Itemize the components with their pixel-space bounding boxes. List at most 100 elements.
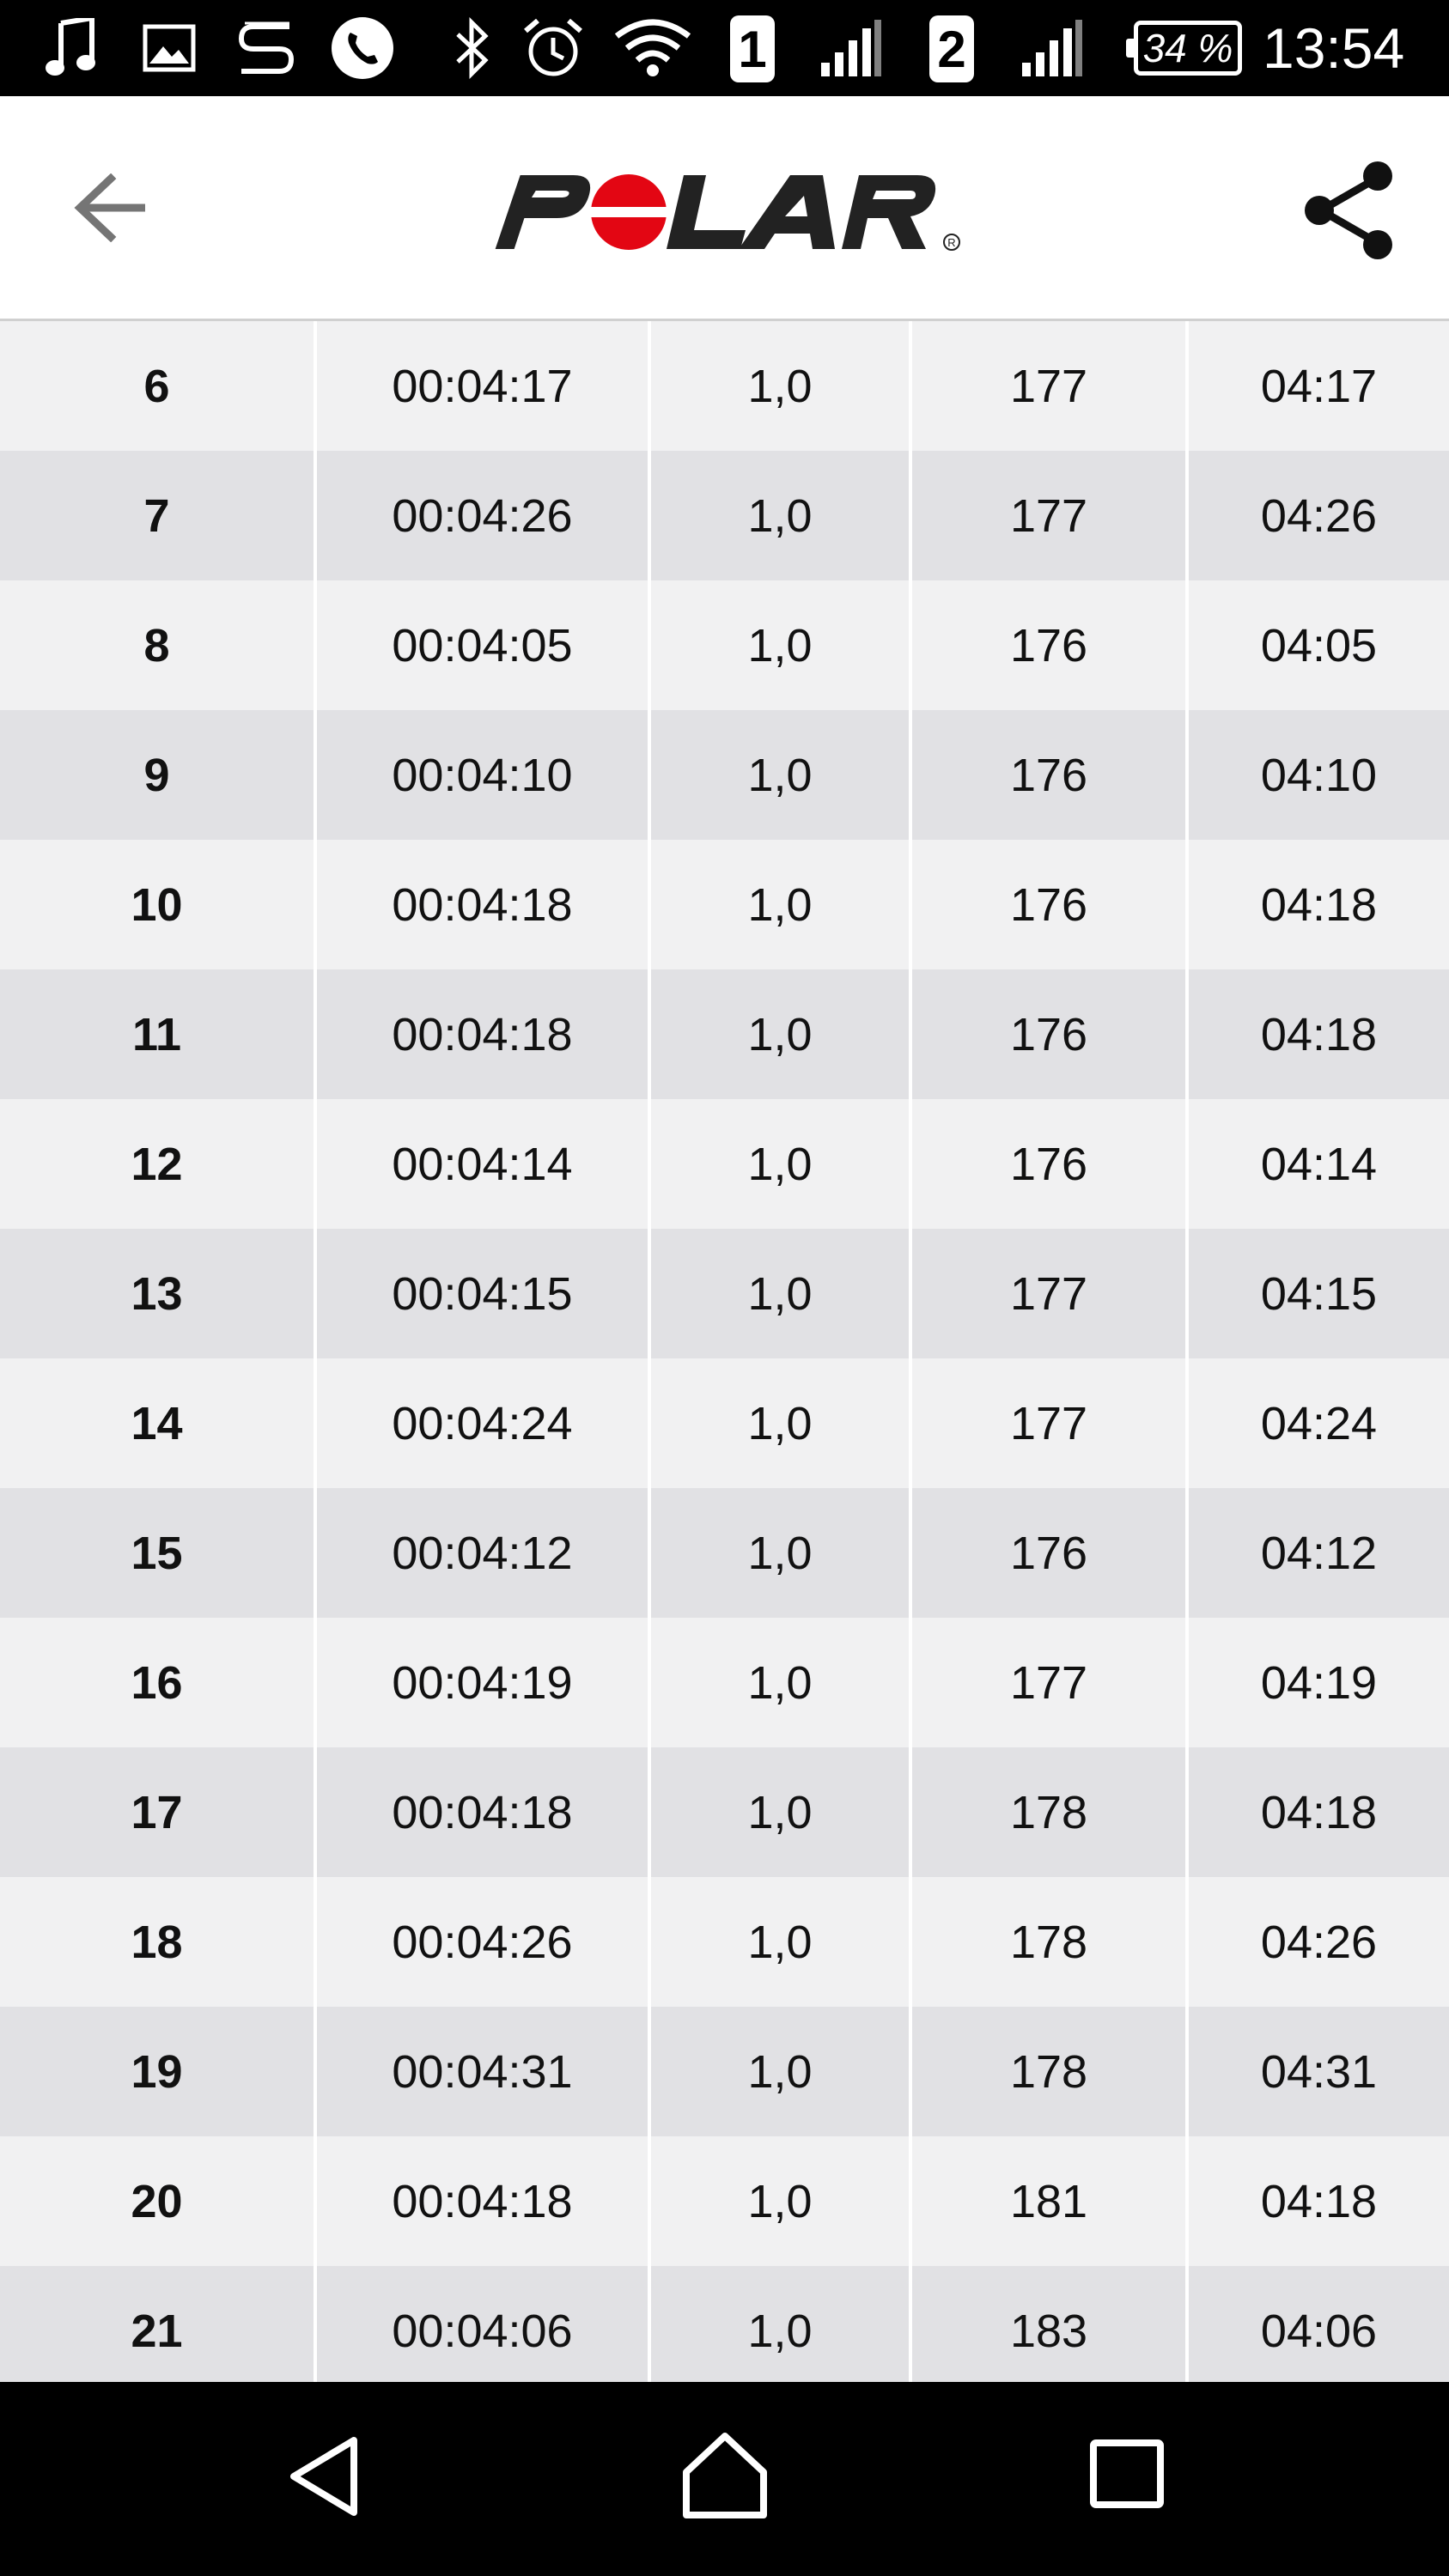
lap-number-cell: 8	[0, 580, 314, 710]
lap-distance-cell: 1,0	[651, 1618, 909, 1747]
lap-time-cell: 00:04:15	[317, 1229, 648, 1358]
lap-time-cell: 00:04:06	[317, 2266, 648, 2382]
music-icon	[41, 12, 101, 84]
lap-number-cell: 12	[0, 1099, 314, 1229]
status-bar: 1 2 34 % 13:54	[0, 0, 1449, 96]
lap-pace-cell: 04:18	[1189, 840, 1449, 969]
battery-icon: 34 %	[1126, 21, 1242, 76]
lap-heart-rate-cell: 183	[912, 2266, 1185, 2382]
lap-number-cell: 13	[0, 1229, 314, 1358]
lap-heart-rate-cell: 176	[912, 710, 1185, 840]
lap-heart-rate-cell: 176	[912, 580, 1185, 710]
lap-time-cell: 00:04:18	[317, 1747, 648, 1877]
lap-time-cell: 00:04:19	[317, 1618, 648, 1747]
lap-distance-cell: 1,0	[651, 451, 909, 580]
table-row: 6 00:04:17 1,0 177 04:17	[0, 321, 1449, 451]
lap-number-cell: 20	[0, 2136, 314, 2266]
lap-distance-cell: 1,0	[651, 1229, 909, 1358]
lap-number-cell: 7	[0, 451, 314, 580]
lap-distance-cell: 1,0	[651, 1099, 909, 1229]
lap-time-cell: 00:04:18	[317, 969, 648, 1099]
table-row: 14 00:04:24 1,0 177 04:24	[0, 1358, 1449, 1488]
lap-heart-rate-cell: 176	[912, 969, 1185, 1099]
lap-time-cell: 00:04:26	[317, 1877, 648, 2007]
lap-number-cell: 6	[0, 321, 314, 451]
lap-pace-cell: 04:15	[1189, 1229, 1449, 1358]
table-row: 15 00:04:12 1,0 176 04:12	[0, 1488, 1449, 1618]
lap-time-cell: 00:04:18	[317, 840, 648, 969]
lap-number-cell: 16	[0, 1618, 314, 1747]
back-triangle-icon	[290, 2437, 357, 2516]
s-app-icon	[234, 12, 299, 84]
lap-heart-rate-cell: 177	[912, 321, 1185, 451]
phone-icon	[328, 12, 397, 84]
table-row: 20 00:04:18 1,0 181 04:18	[0, 2136, 1449, 2266]
lap-time-cell: 00:04:10	[317, 710, 648, 840]
back-button[interactable]	[60, 161, 163, 255]
signal-icon	[816, 12, 885, 84]
table-row: 9 00:04:10 1,0 176 04:10	[0, 710, 1449, 840]
lap-heart-rate-cell: 181	[912, 2136, 1185, 2266]
lap-pace-cell: 04:19	[1189, 1618, 1449, 1747]
table-row: 13 00:04:15 1,0 177 04:15	[0, 1229, 1449, 1358]
table-row: 11 00:04:18 1,0 176 04:18	[0, 969, 1449, 1099]
table-row: 7 00:04:26 1,0 177 04:26	[0, 451, 1449, 580]
signal-icon	[1017, 12, 1086, 84]
table-row: 19 00:04:31 1,0 178 04:31	[0, 2007, 1449, 2136]
wifi-icon	[612, 12, 694, 84]
share-icon	[1305, 161, 1392, 259]
lap-distance-cell: 1,0	[651, 580, 909, 710]
lap-pace-cell: 04:17	[1189, 321, 1449, 451]
lap-number-cell: 18	[0, 1877, 314, 2007]
nav-back-button[interactable]	[265, 2416, 385, 2537]
recents-icon	[1090, 2439, 1164, 2508]
lap-pace-cell: 04:26	[1189, 451, 1449, 580]
lap-distance-cell: 1,0	[651, 840, 909, 969]
polar-logo: R	[495, 174, 960, 251]
lap-pace-cell: 04:05	[1189, 580, 1449, 710]
lap-distance-cell: 1,0	[651, 710, 909, 840]
lap-number-cell: 17	[0, 1747, 314, 1877]
laps-table: 6 00:04:17 1,0 177 04:17 7 00:04:26 1,0 177 04:26…	[0, 321, 1449, 2382]
lap-distance-cell: 1,0	[651, 1358, 909, 1488]
battery-level: 34 %	[1142, 26, 1233, 70]
lap-number-cell: 21	[0, 2266, 314, 2382]
lap-pace-cell: 04:31	[1189, 2007, 1449, 2136]
lap-time-cell: 00:04:18	[317, 2136, 648, 2266]
lap-pace-cell: 04:18	[1189, 2136, 1449, 2266]
lap-distance-cell: 1,0	[651, 2136, 909, 2266]
bluetooth-icon	[447, 12, 498, 84]
lap-number-cell: 9	[0, 710, 314, 840]
lap-distance-cell: 1,0	[651, 969, 909, 1099]
back-arrow-icon	[74, 173, 145, 242]
lap-distance-cell: 1,0	[651, 321, 909, 451]
table-row: 17 00:04:18 1,0 178 04:18	[0, 1747, 1449, 1877]
lap-pace-cell: 04:12	[1189, 1488, 1449, 1618]
lap-number-cell: 14	[0, 1358, 314, 1488]
lap-heart-rate-cell: 176	[912, 1099, 1185, 1229]
table-row: 16 00:04:19 1,0 177 04:19	[0, 1618, 1449, 1747]
lap-heart-rate-cell: 178	[912, 2007, 1185, 2136]
lap-pace-cell: 04:06	[1189, 2266, 1449, 2382]
table-row: 8 00:04:05 1,0 176 04:05	[0, 580, 1449, 710]
image-icon	[139, 12, 199, 84]
lap-distance-cell: 1,0	[651, 1488, 909, 1618]
nav-home-button[interactable]	[665, 2416, 785, 2537]
nav-recents-button[interactable]	[1067, 2416, 1187, 2537]
lap-pace-cell: 04:18	[1189, 969, 1449, 1099]
lap-time-cell: 00:04:12	[317, 1488, 648, 1618]
lap-heart-rate-cell: 177	[912, 1618, 1185, 1747]
share-button[interactable]	[1293, 155, 1404, 266]
lap-pace-cell: 04:24	[1189, 1358, 1449, 1488]
lap-time-cell: 00:04:24	[317, 1358, 648, 1488]
lap-time-cell: 00:04:05	[317, 580, 648, 710]
sim2-badge: 2	[929, 15, 974, 82]
table-row: 12 00:04:14 1,0 176 04:14	[0, 1099, 1449, 1229]
nav-bar	[0, 2382, 1449, 2576]
lap-pace-cell: 04:18	[1189, 1747, 1449, 1877]
lap-heart-rate-cell: 177	[912, 1358, 1185, 1488]
app-bar: R	[0, 96, 1449, 321]
table-row: 21 00:04:06 1,0 183 04:06	[0, 2266, 1449, 2382]
lap-time-cell: 00:04:26	[317, 451, 648, 580]
svg-text:R: R	[947, 236, 955, 249]
